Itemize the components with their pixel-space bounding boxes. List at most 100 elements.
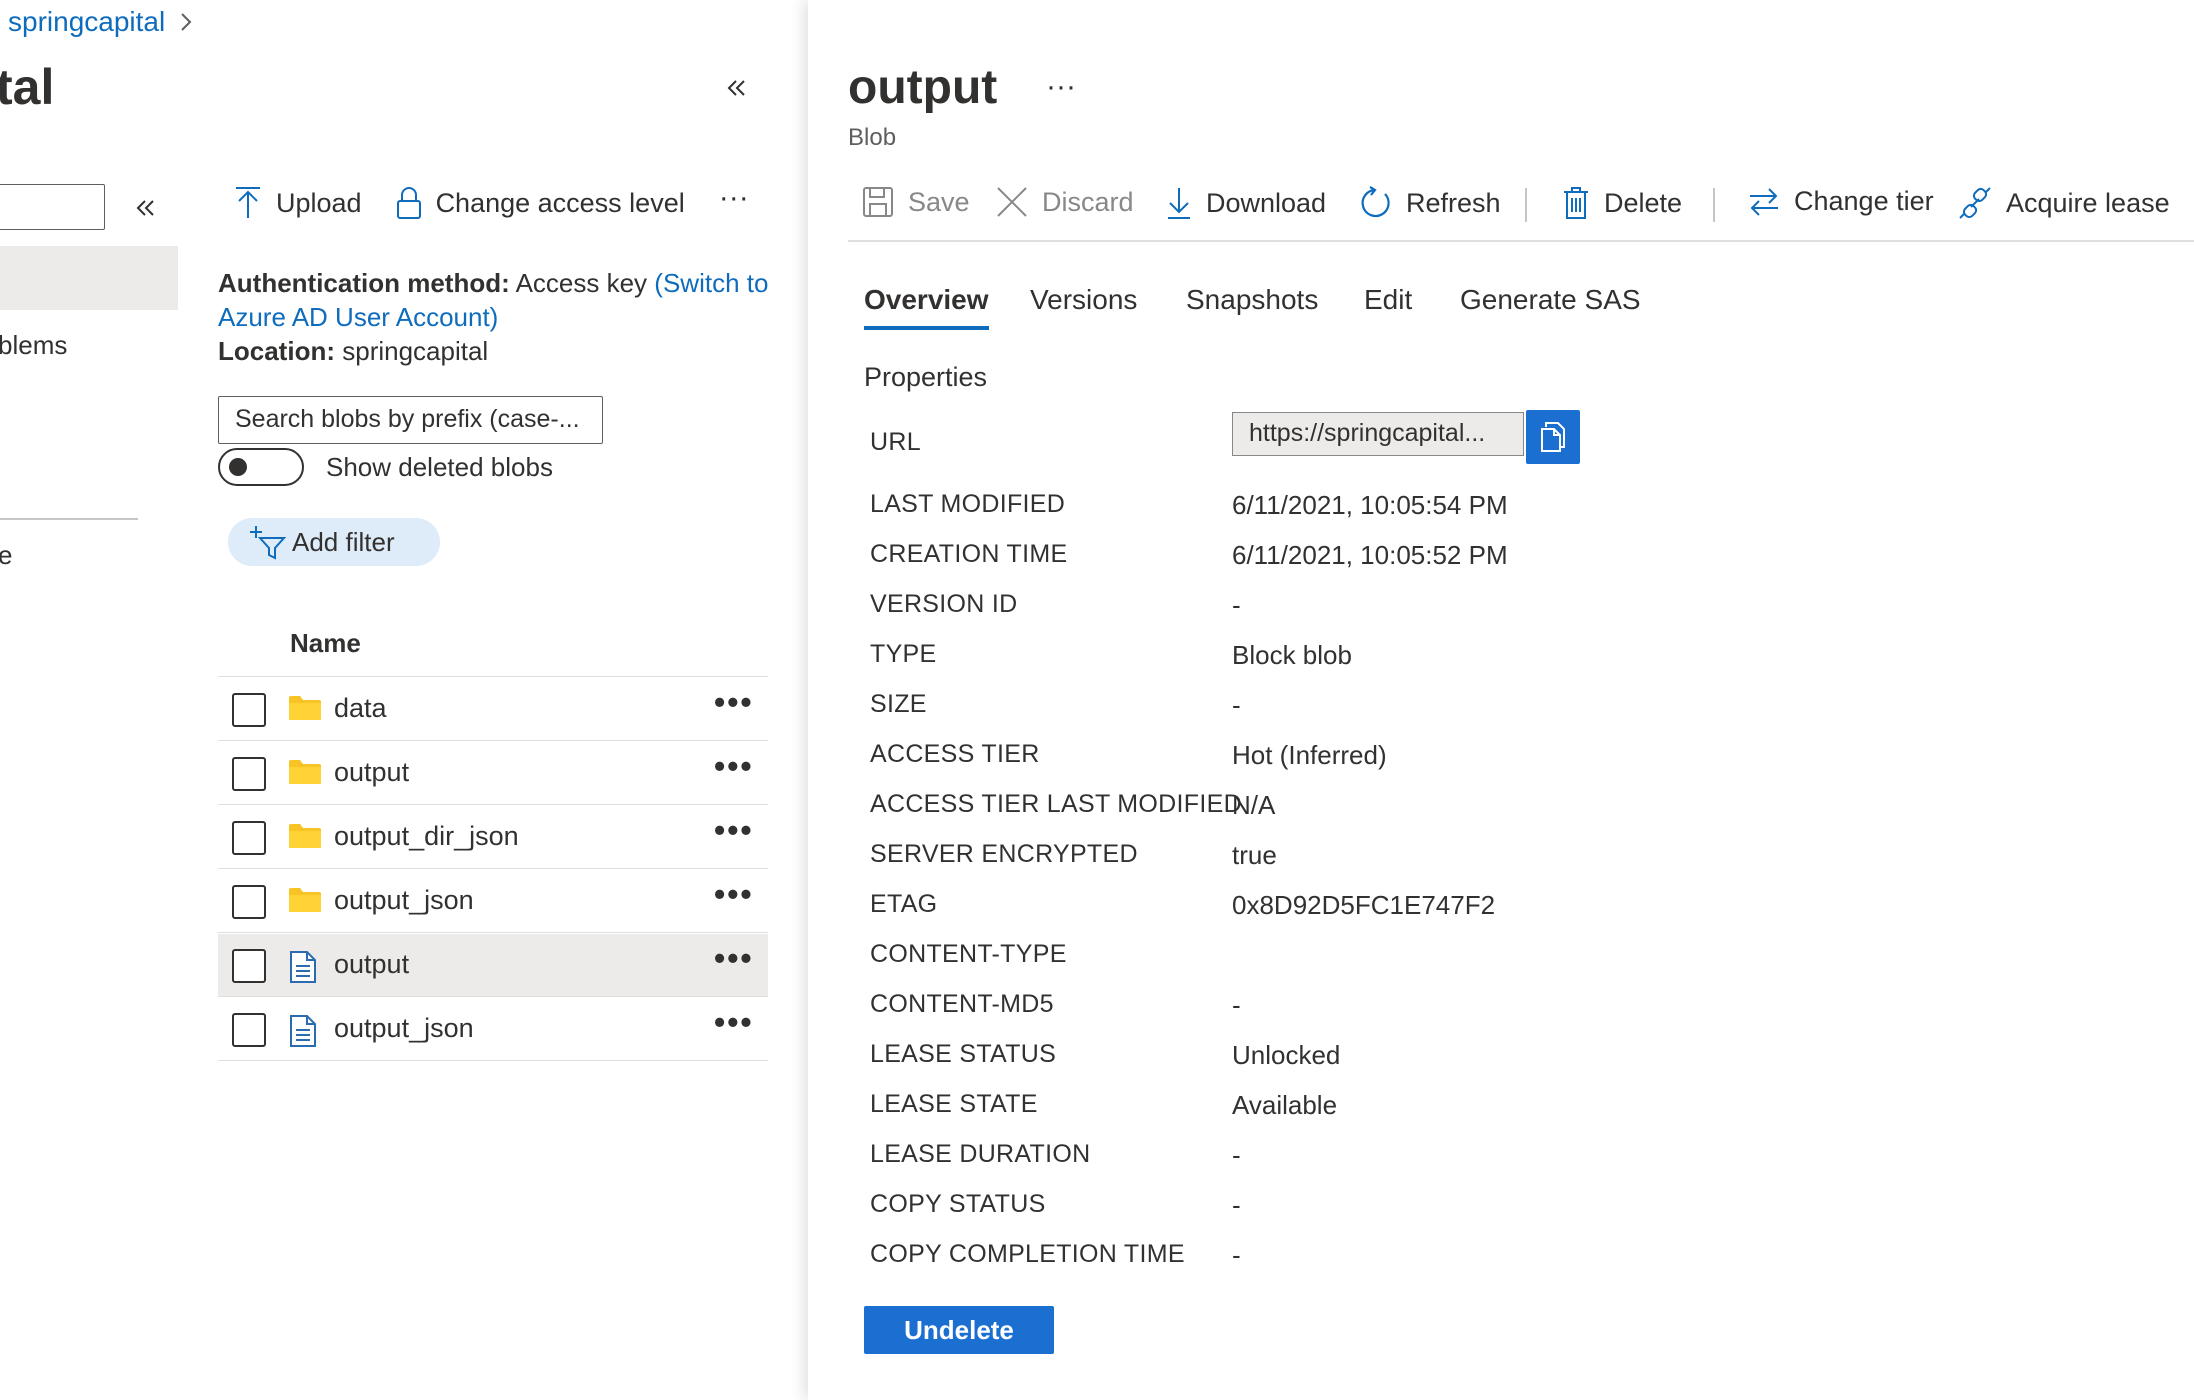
blob-more-button[interactable]: ··· — [1046, 70, 1076, 104]
blade-title: tal — [0, 59, 55, 115]
delete-button[interactable]: Delete — [1562, 186, 1682, 220]
undelete-button[interactable]: Undelete — [864, 1306, 1054, 1354]
row-checkbox[interactable] — [232, 1013, 266, 1047]
toggle-knob — [229, 458, 247, 476]
row-more-button[interactable]: ••• — [714, 812, 754, 849]
row-name[interactable]: output_json — [334, 1013, 474, 1044]
switch-auth-link-2[interactable]: Azure AD User Account) — [218, 300, 778, 334]
nav-item-selected[interactable] — [0, 246, 178, 310]
discard-label: Discard — [1042, 186, 1134, 217]
upload-button[interactable]: Upload — [234, 186, 362, 220]
table-row[interactable]: output_json ••• — [218, 998, 768, 1061]
last-modified-value: 6/11/2021, 10:05:54 PM — [1232, 490, 1508, 520]
server-encrypted-label: SERVER ENCRYPTED — [870, 840, 1138, 868]
folder-icon — [288, 886, 322, 914]
row-more-button[interactable]: ••• — [714, 748, 754, 785]
switch-auth-link-1[interactable]: (Switch to — [654, 268, 768, 298]
tab-snapshots[interactable]: Snapshots — [1186, 284, 1318, 316]
folder-icon — [288, 822, 322, 850]
row-name[interactable]: output — [334, 949, 409, 980]
search-blobs-input[interactable]: Search blobs by prefix (case-... — [218, 396, 603, 444]
content-md5-label: CONTENT-MD5 — [870, 990, 1054, 1018]
row-checkbox[interactable] — [232, 885, 266, 919]
file-icon — [288, 1014, 318, 1048]
chevron-right-icon — [179, 11, 193, 33]
row-name[interactable]: output_json — [334, 885, 474, 916]
folder-icon — [288, 694, 322, 722]
save-label: Save — [908, 186, 970, 217]
url-field[interactable]: https://springcapital... — [1232, 412, 1524, 456]
row-name[interactable]: data — [334, 693, 387, 724]
access-tier-last-modified-label: ACCESS TIER LAST MODIFIED — [870, 790, 1242, 818]
row-more-button[interactable]: ••• — [714, 876, 754, 913]
version-id-value: - — [1232, 590, 1241, 620]
collapse-nav-icon[interactable] — [135, 198, 157, 218]
lease-duration-value: - — [1232, 1140, 1241, 1170]
blob-title: output — [848, 61, 998, 114]
lease-state-value: Available — [1232, 1090, 1338, 1120]
content-type-label: CONTENT-TYPE — [870, 940, 1067, 968]
properties-heading: Properties — [864, 362, 988, 392]
name-column-header[interactable]: Name — [290, 628, 361, 659]
file-icon — [288, 950, 318, 984]
refresh-button[interactable]: Refresh — [1358, 186, 1501, 220]
row-checkbox[interactable] — [232, 757, 266, 791]
more-actions-button[interactable]: ··· — [719, 181, 749, 215]
creation-time-label: CREATION TIME — [870, 540, 1068, 568]
change-access-level-button[interactable]: Change access level — [396, 186, 685, 220]
add-filter-icon — [248, 524, 286, 560]
discard-button[interactable]: Discard — [996, 186, 1134, 218]
auth-method-value: Access key — [515, 268, 648, 298]
download-button[interactable]: Download — [1166, 186, 1326, 220]
table-row[interactable]: output_json ••• — [218, 870, 768, 933]
row-checkbox[interactable] — [232, 821, 266, 855]
row-more-button[interactable]: ••• — [714, 684, 754, 721]
table-row[interactable]: output ••• — [218, 742, 768, 805]
nav-item-partial[interactable]: e — [0, 540, 12, 571]
row-checkbox[interactable] — [232, 693, 266, 727]
toolbar-underline — [848, 240, 2194, 242]
breadcrumb-item-springcapital[interactable]: springcapital — [8, 6, 165, 38]
nav-divider — [0, 518, 138, 520]
tab-edit[interactable]: Edit — [1364, 284, 1412, 316]
row-checkbox[interactable] — [232, 949, 266, 983]
row-more-button[interactable]: ••• — [714, 1004, 754, 1041]
tab-generate-sas[interactable]: Generate SAS — [1460, 284, 1641, 316]
last-modified-label: LAST MODIFIED — [870, 490, 1066, 518]
save-button[interactable]: Save — [862, 186, 970, 218]
copy-completion-time-label: COPY COMPLETION TIME — [870, 1240, 1185, 1268]
refresh-label: Refresh — [1406, 187, 1501, 218]
upload-label: Upload — [276, 187, 362, 218]
location-label: Location: — [218, 336, 335, 366]
tab-overview[interactable]: Overview — [864, 284, 989, 330]
lease-duration-label: LEASE DURATION — [870, 1140, 1091, 1168]
toolbar-divider-1 — [1525, 188, 1527, 222]
row-name[interactable]: output_dir_json — [334, 821, 519, 852]
toolbar-divider-2 — [1713, 188, 1715, 222]
change-tier-button[interactable]: Change tier — [1748, 186, 1934, 217]
table-row[interactable]: data ••• — [218, 678, 768, 741]
delete-label: Delete — [1604, 187, 1683, 218]
etag-value: 0x8D92D5FC1E747F2 — [1232, 890, 1496, 920]
show-deleted-toggle[interactable] — [218, 448, 304, 486]
tab-versions[interactable]: Versions — [1030, 284, 1137, 316]
copy-url-button[interactable] — [1526, 410, 1580, 464]
type-value: Block blob — [1232, 640, 1352, 670]
access-tier-value: Hot (Inferred) — [1232, 740, 1387, 770]
row-name[interactable]: output — [334, 757, 409, 788]
size-label: SIZE — [870, 690, 927, 718]
change-tier-label: Change tier — [1794, 186, 1934, 216]
save-icon — [862, 186, 894, 218]
nav-item-problems[interactable]: blems — [0, 330, 67, 361]
nav-search-input[interactable] — [0, 184, 105, 230]
table-row[interactable]: output ••• — [218, 934, 768, 997]
collapse-blade-icon[interactable] — [726, 78, 748, 98]
content-md5-value: - — [1232, 990, 1241, 1020]
table-row[interactable]: output_dir_json ••• — [218, 806, 768, 869]
show-deleted-label: Show deleted blobs — [326, 452, 553, 482]
row-more-button[interactable]: ••• — [714, 940, 754, 977]
acquire-lease-button[interactable]: Acquire lease — [1958, 186, 2170, 220]
download-label: Download — [1206, 187, 1327, 218]
table-header: Name — [218, 622, 768, 677]
add-filter-button[interactable]: Add filter — [228, 518, 440, 566]
